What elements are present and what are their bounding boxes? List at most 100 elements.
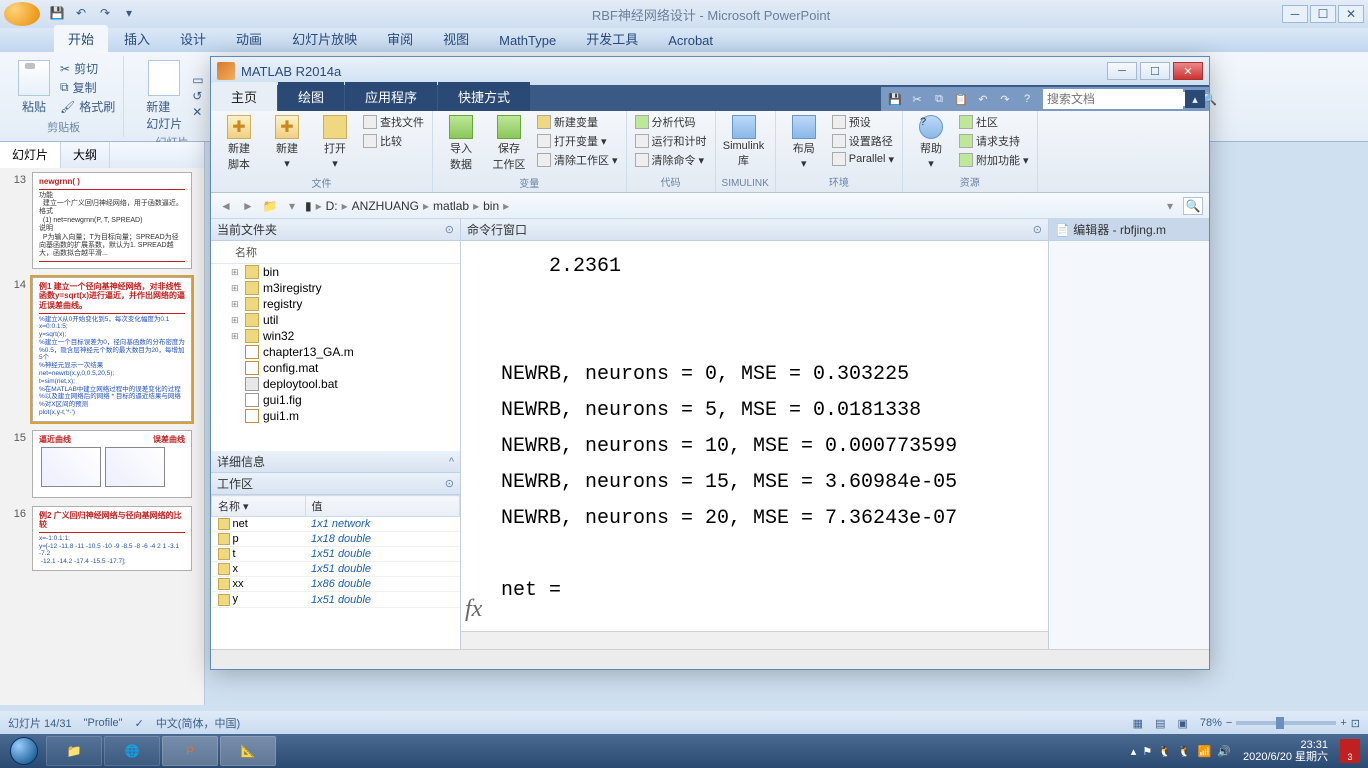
delete-btn[interactable]: ✕ <box>192 105 203 119</box>
details-expand-icon[interactable]: ^ <box>449 456 454 468</box>
slide-thumb-15[interactable]: 逼近曲线 误差曲线 <box>32 430 192 498</box>
ppt-tab-acrobat[interactable]: Acrobat <box>654 29 727 52</box>
ws-col-name[interactable]: 名称 <box>218 501 240 513</box>
tray-qq1-icon[interactable]: 🐧 <box>1158 745 1172 758</box>
file-row[interactable]: chapter13_GA.m <box>211 344 460 360</box>
ppt-tab-dev[interactable]: 开发工具 <box>572 25 652 52</box>
doc-search-input[interactable] <box>1047 92 1202 106</box>
slide-thumbnails[interactable]: 13 newgrnn( ) 功能 建立一个广义回归神经网络，用于函数逼近。 格式… <box>0 168 204 705</box>
view-sorter[interactable]: ▤ <box>1155 717 1165 730</box>
clearcmd-button[interactable]: 清除命令▾ <box>633 151 709 169</box>
taskbar-ie[interactable]: 🌐 <box>104 736 160 766</box>
newvar-button[interactable]: 新建变量 <box>535 113 620 131</box>
clearws-button[interactable]: 清除工作区▾ <box>535 151 620 169</box>
command-window[interactable]: 2.2361 NEWRB, neurons = 0, MSE = 0.30322… <box>461 241 1048 631</box>
ws-row[interactable]: t1x51 double <box>212 547 460 562</box>
taskbar-powerpoint[interactable]: P <box>162 736 218 766</box>
file-row[interactable]: ⊞win32 <box>211 328 460 344</box>
ml-tab-plots[interactable]: 绘图 <box>278 82 344 111</box>
layout-btn[interactable]: ▭ <box>192 73 203 87</box>
slide-thumb-13[interactable]: newgrnn( ) 功能 建立一个广义回归神经网络，用于函数逼近。 格式 (1… <box>32 172 192 269</box>
taskbar-clock[interactable]: 23:31 2020/6/20 星期六 <box>1237 739 1334 763</box>
parallel-button[interactable]: Parallel▾ <box>830 151 896 167</box>
breadcrumb[interactable]: ▮▸ D:▸ ANZHUANG▸ matlab▸ bin▸ <box>305 199 509 213</box>
simulink-button[interactable]: Simulink 库 <box>722 113 766 170</box>
prefs-button[interactable]: 预设 <box>830 113 896 131</box>
community-button[interactable]: 社区 <box>957 113 1031 131</box>
ws-row[interactable]: p1x18 double <box>212 532 460 547</box>
tray-qq2-icon[interactable]: 🐧 <box>1178 745 1192 758</box>
ppt-tab-mathtype[interactable]: MathType <box>485 29 570 52</box>
name-col[interactable]: 名称 <box>235 244 257 260</box>
file-row[interactable]: deploytool.bat <box>211 376 460 392</box>
ws-row[interactable]: y1x51 double <box>212 592 460 607</box>
qat-undo[interactable]: ↶ <box>70 2 92 24</box>
findfiles-button[interactable]: 查找文件 <box>361 113 426 131</box>
cmdwin-menu-icon[interactable]: ⊙ <box>1033 223 1042 236</box>
matlab-maximize[interactable]: ☐ <box>1140 62 1170 80</box>
import-button[interactable]: 导入 数据 <box>439 113 483 174</box>
compare-button[interactable]: 比较 <box>361 132 426 150</box>
outline-tab[interactable]: 大纲 <box>61 142 110 168</box>
slide-thumb-14[interactable]: 例1 建立一个径向基神经网络，对非线性函数y=sqrt(x)进行逼近，并作出网络… <box>32 277 192 422</box>
ppt-minimize[interactable]: ─ <box>1282 5 1308 23</box>
qa-paste[interactable]: 📋 <box>951 90 971 108</box>
qat-save[interactable]: 💾 <box>46 2 68 24</box>
ws-menu-icon[interactable]: ⊙ <box>445 477 454 490</box>
openvar-button[interactable]: 打开变量▾ <box>535 132 620 150</box>
ws-row[interactable]: xx1x86 double <box>212 577 460 592</box>
ppt-tab-home[interactable]: 开始 <box>54 25 108 52</box>
ppt-close[interactable]: ✕ <box>1338 5 1364 23</box>
taskbar-explorer[interactable]: 📁 <box>46 736 102 766</box>
open-button[interactable]: 打开▾ <box>313 113 357 172</box>
copy-button[interactable]: ⧉复制 <box>60 79 115 96</box>
editor-header[interactable]: 📄 编辑器 - rbfjing.m <box>1049 219 1209 241</box>
slide-thumb-16[interactable]: 例2 广义回归神经网络与径向基网络的比较 x=-1:0.1:1; y=[-12 … <box>32 506 192 571</box>
office-orb[interactable] <box>4 2 40 26</box>
ppt-tab-anim[interactable]: 动画 <box>222 25 276 52</box>
qat-redo[interactable]: ↷ <box>94 2 116 24</box>
crumb-p1[interactable]: ANZHUANG <box>352 199 419 213</box>
savews-button[interactable]: 保存 工作区 <box>487 113 531 174</box>
new-script-button[interactable]: 新建 脚本 <box>217 113 261 174</box>
file-row[interactable]: ⊞bin <box>211 264 460 280</box>
view-normal[interactable]: ▦ <box>1133 717 1143 730</box>
curfolder-header[interactable]: 当前文件夹⊙ <box>211 219 460 241</box>
cut-button[interactable]: ✂剪切 <box>60 60 115 77</box>
slides-tab[interactable]: 幻灯片 <box>0 142 61 168</box>
fit-button[interactable]: ⊡ <box>1351 717 1360 730</box>
runtime-button[interactable]: 运行和计时 <box>633 132 709 150</box>
layout-button[interactable]: 布局▾ <box>782 113 826 172</box>
ws-row[interactable]: net1x1 network <box>212 517 460 532</box>
zoom-out[interactable]: − <box>1226 717 1232 729</box>
zoom-slider[interactable] <box>1236 721 1336 725</box>
tray-vol-icon[interactable]: 🔊 <box>1217 745 1231 758</box>
zoom-in[interactable]: + <box>1340 717 1346 729</box>
file-row[interactable]: ⊞registry <box>211 296 460 312</box>
fx-prompt-icon[interactable]: fx <box>465 596 482 623</box>
taskbar-calendar-badge[interactable]: 3 <box>1340 739 1360 763</box>
cmdwin-hscroll[interactable] <box>461 631 1048 649</box>
panel-menu-icon[interactable]: ⊙ <box>445 223 454 236</box>
addr-dropdown[interactable]: ▾ <box>1161 197 1179 215</box>
help-button[interactable]: ?帮助▾ <box>909 113 953 172</box>
ppt-tab-design[interactable]: 设计 <box>166 25 220 52</box>
addr-search-icon[interactable]: 🔍 <box>1183 197 1203 215</box>
paste-button[interactable]: 粘贴 <box>12 58 56 117</box>
ml-tab-home[interactable]: 主页 <box>211 82 277 111</box>
setpath-button[interactable]: 设置路径 <box>830 132 896 150</box>
file-row[interactable]: gui1.m <box>211 408 460 424</box>
tray-flag-icon[interactable]: ⚑ <box>1142 745 1152 758</box>
analyze-button[interactable]: 分析代码 <box>633 113 709 131</box>
current-folder-list[interactable]: 名称 ⊞bin⊞m3iregistry⊞registry⊞util⊞win32c… <box>211 241 460 451</box>
new-button[interactable]: 新建▾ <box>265 113 309 172</box>
ws-col-value[interactable]: 值 <box>305 496 459 517</box>
ml-tab-shortcuts[interactable]: 快捷方式 <box>438 82 530 111</box>
tray-net-icon[interactable]: 📶 <box>1198 745 1212 758</box>
ws-row[interactable]: x1x51 double <box>212 562 460 577</box>
ml-tab-apps[interactable]: 应用程序 <box>345 82 437 111</box>
file-row[interactable]: ⊞m3iregistry <box>211 280 460 296</box>
reset-btn[interactable]: ↺ <box>192 89 203 103</box>
fmtpainter-button[interactable]: 🖌格式刷 <box>60 98 115 115</box>
qa-cut[interactable]: ✂ <box>907 90 927 108</box>
